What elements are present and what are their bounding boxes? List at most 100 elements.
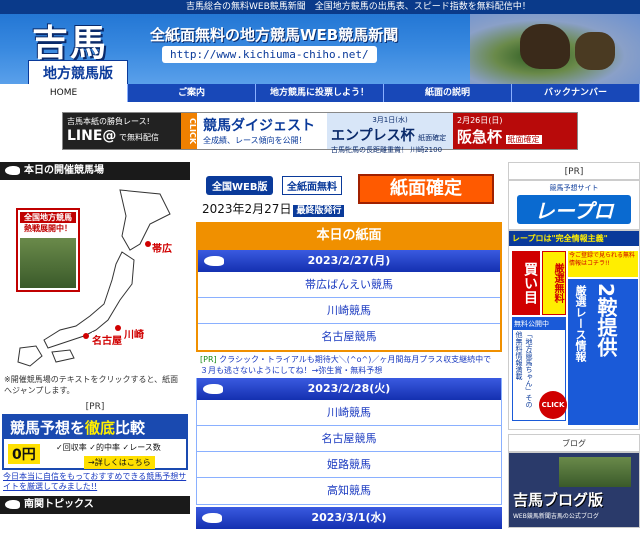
map-promo-label1: 全国地方競馬 <box>20 212 76 223</box>
line-banner-sub: で無料配信 <box>118 133 159 142</box>
day3-date: 2023/3/1(水) <box>311 511 387 524</box>
repro-sub: 競馬予想サイト <box>549 184 599 192</box>
banner-click[interactable]: CLICK <box>181 113 197 149</box>
race1-name: エンプレス杯 <box>331 128 415 144</box>
ad-rp1: 厳選レース情報 <box>574 285 587 362</box>
ad-topbar: レープロは"完全情報主義" <box>509 231 639 246</box>
day1-date: 2023/2/27(月) <box>307 254 391 267</box>
site-logo[interactable]: 吉馬 地方競馬版 <box>28 14 132 84</box>
race1-note: 紙面確定 <box>418 134 447 142</box>
race-banner-empress[interactable]: 3月1日(水) エンプレス杯 紙面確定 古馬牝馬の長距離重賞！ 川崎2100 <box>327 113 453 154</box>
day-header: 2023/2/27(月) <box>198 250 500 272</box>
nav-explain[interactable]: 紙面の説明 <box>384 84 512 102</box>
comparison-banner[interactable]: 競馬予想を徹底比較 0円 ✓回収率 ✓的中率 ✓レース数 →詳しくはこちら <box>2 414 188 470</box>
japan-map: 全国地方競馬 熱戦展開中！ 帯広 名古屋 川崎 <box>0 180 190 372</box>
horse-icon <box>203 384 223 394</box>
blog-header: ブログ <box>508 434 640 452</box>
header-url[interactable]: http://www.kichiuma-chiho.net/ <box>162 46 377 63</box>
digest-banner[interactable]: 競馬ダイジェスト 全成績、レース傾向を公開！ <box>197 113 327 149</box>
horse-icon <box>202 513 222 523</box>
race-link-nagoya[interactable]: 名古屋競馬 <box>198 324 500 350</box>
header-horse-image <box>470 14 640 84</box>
comp-yen: 0円 <box>8 444 40 464</box>
map-promo-image <box>20 238 76 288</box>
nav-backnumber[interactable]: バックナンバー <box>512 84 640 102</box>
line-banner-small: 吉馬本紙の勝負レース! <box>67 117 150 126</box>
today-paper-header: 本日の紙面 <box>196 222 502 250</box>
race2-date: 2月26日(日) <box>457 116 503 125</box>
map-promo: 全国地方競馬 熱戦展開中！ <box>16 208 80 292</box>
race1-date: 3月1日(水) <box>372 116 408 124</box>
digest-title: 競馬ダイジェスト <box>203 118 315 134</box>
race-link-obihiro[interactable]: 帯広ばんえい競馬 <box>198 272 500 298</box>
south-topics-title: 南関トピックス <box>24 499 94 510</box>
comparison-link[interactable]: 今日本当に自信をもっておすすめできる競馬予想サイトを厳選してみました!! <box>0 470 190 494</box>
horse-shape <box>575 32 615 70</box>
day2-date: 2023/2/28(火) <box>307 382 391 395</box>
comp-button[interactable]: →詳しくはこちら <box>84 456 155 469</box>
blog-sub: WEB競馬新聞吉馬の公式ブログ <box>513 513 599 520</box>
main-nav: HOME ご案内 地方競馬に投票しよう！ 紙面の説明 バックナンバー <box>0 84 640 102</box>
track-link-kawasaki[interactable]: 川崎 <box>124 326 144 341</box>
pr-label: [PR] <box>508 162 640 180</box>
track-link-nagoya[interactable]: 名古屋 <box>92 332 122 347</box>
top-banner[interactable]: 吉馬本紙の勝負レース! LINE@ で無料配信 CLICK 競馬ダイジェスト 全… <box>62 112 578 154</box>
free-pill: 全紙面無料 <box>282 176 342 195</box>
pr-tag: [PR] <box>200 355 217 364</box>
final-edition-badge: 最終版発行 <box>293 205 345 217</box>
blog-banner[interactable]: 吉馬ブログ版 WEB競馬新聞吉馬の公式ブログ <box>508 452 640 528</box>
horse-shape <box>520 24 570 69</box>
race-link-kawasaki[interactable]: 川崎競馬 <box>198 298 500 324</box>
logo-sub-text: 地方競馬版 <box>28 60 128 84</box>
nav-home[interactable]: HOME <box>0 84 128 102</box>
ad-right-panel: 厳選レース情報 2鞍提供 <box>568 279 638 425</box>
horse-icon <box>204 256 224 266</box>
south-topics-header: 南関トピックス <box>0 496 190 514</box>
edition-date-text: 2023年2月27日 <box>202 202 292 216</box>
day2-box: 2023/2/28(火) 川崎競馬 名古屋競馬 姫路競馬 高知競馬 <box>196 378 502 505</box>
race-link-nagoya[interactable]: 名古屋競馬 <box>197 426 501 452</box>
pr-text: クラシック・トライアルも期待大＼(^o^)／ヶ月間毎月プラス収支継続中で３月も逃… <box>200 355 492 375</box>
edition-date: 2023年2月27日 最終版発行 <box>202 200 345 217</box>
confirmed-badge: 紙面確定 <box>358 174 494 204</box>
line-banner-big: LINE@ <box>67 128 117 144</box>
ad-kaime: 買い目 <box>512 251 540 315</box>
today-tracks-title: 本日の開催競馬場 <box>24 165 104 176</box>
ad-muryo: 厳選無料 <box>542 251 566 315</box>
map-note: ※開催競馬場のテキストをクリックすると、紙面へジャンプします。 <box>4 375 179 395</box>
nav-vote[interactable]: 地方競馬に投票しよう！ <box>256 84 384 102</box>
race-banner-hankyu[interactable]: 2月26日(日) 阪急杯 紙面確定 <box>453 113 577 149</box>
today-tracks-header: 本日の開催競馬場 <box>0 162 190 180</box>
digest-sub: 全成績、レース傾向を公開！ <box>203 136 307 145</box>
blog-title: 吉馬ブログ版 <box>513 491 604 509</box>
race1-sub: 古馬牝馬の長距離重賞！ 川崎2100 <box>331 146 443 154</box>
comp-title-b: 比較 <box>115 419 146 437</box>
race2-note: 紙面確定 <box>505 135 542 144</box>
repro-title: レープロ <box>517 195 631 224</box>
line-banner[interactable]: 吉馬本紙の勝負レース! LINE@ で無料配信 <box>63 113 181 149</box>
repro-banner[interactable]: 競馬予想サイト レープロ <box>508 180 640 230</box>
web-edition-pill: 全国WEB版 <box>206 176 274 195</box>
horse-icon <box>5 166 20 175</box>
left-column: 本日の開催競馬場 全国地方競馬 熱戦展開中！ 帯広 名古屋 川崎 ※開催競馬場の… <box>0 162 190 514</box>
right-column: [PR] 競馬予想サイト レープロ レープロは"完全情報主義" 買い目 厳選無料… <box>508 162 640 528</box>
race-link-himeji[interactable]: 姫路競馬 <box>197 452 501 478</box>
map-promo-label2: 熱戦展開中！ <box>24 224 72 233</box>
track-link-obihiro[interactable]: 帯広 <box>152 240 172 255</box>
comp-title-a: 競馬予想を <box>10 419 86 437</box>
day-header: 2023/2/28(火) <box>197 378 501 400</box>
header-tagline: 吉馬総合の無料WEB競馬新聞 全国地方競馬の出馬表、スピード指数を無料配信中！ <box>0 0 640 14</box>
ad-ls-body: 「地方競馬ちゃん」その他無料情報満載 <box>515 331 533 408</box>
ad-ls-head: 無料公開中 <box>513 318 565 330</box>
ad-rp2: 2鞍提供 <box>594 283 618 357</box>
race-link-kochi[interactable]: 高知競馬 <box>197 478 501 504</box>
ad-click-button[interactable]: CLICK <box>539 391 567 419</box>
nav-guide[interactable]: ご案内 <box>128 84 256 102</box>
day-header: 2023/3/1(水) <box>196 507 502 529</box>
site-header: 吉馬総合の無料WEB競馬新聞 全国地方競馬の出馬表、スピード指数を無料配信中！ … <box>0 0 640 84</box>
repro-ad[interactable]: レープロは"完全情報主義" 買い目 厳選無料 今ご登録で見られる無料情報はコチラ… <box>508 230 640 430</box>
pr-text-link[interactable]: [PR] クラシック・トライアルも期待大＼(^o^)／ヶ月間毎月プラス収支継続中… <box>196 352 502 378</box>
logo-main-text: 吉馬 <box>32 22 109 64</box>
day1-box: 2023/2/27(月) 帯広ばんえい競馬 川崎競馬 名古屋競馬 <box>196 250 502 352</box>
race-link-kawasaki[interactable]: 川崎競馬 <box>197 400 501 426</box>
